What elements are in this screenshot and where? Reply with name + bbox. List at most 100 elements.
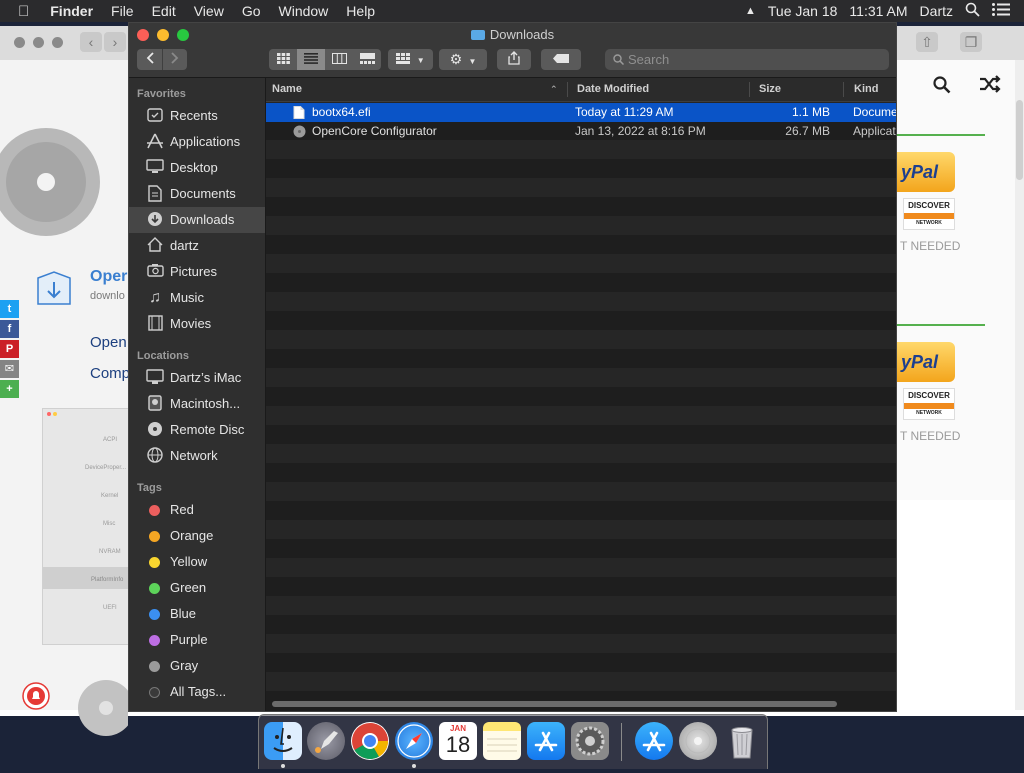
- menu-go[interactable]: Go: [233, 3, 270, 19]
- edit-tags-button[interactable]: [541, 49, 581, 70]
- notification-center-icon[interactable]: [986, 3, 1024, 19]
- browser-zoom-icon[interactable]: [52, 37, 63, 48]
- sidebar-item-desktop[interactable]: Desktop: [129, 155, 265, 181]
- browser-tabs-icon[interactable]: ❐: [960, 32, 982, 52]
- camera-icon: [146, 263, 164, 281]
- sidebar-tag-purple[interactable]: Purple: [129, 627, 265, 653]
- shuffle-icon[interactable]: [979, 74, 1001, 99]
- column-header-size[interactable]: Size: [759, 78, 781, 101]
- sidebar-item-music[interactable]: ♫ Music: [129, 285, 265, 311]
- browser-close-icon[interactable]: [14, 37, 25, 48]
- browser-scrollbar[interactable]: [1015, 60, 1024, 710]
- gallery-view-button[interactable]: [353, 49, 381, 70]
- sidebar-item-recents[interactable]: Recents: [129, 103, 265, 129]
- finder-icon[interactable]: [264, 722, 302, 760]
- sidebar-tag-gray[interactable]: Gray: [129, 653, 265, 679]
- disk-utility-icon[interactable]: [679, 722, 717, 760]
- menu-bar:  Finder File Edit View Go Window Help ▲…: [0, 0, 1024, 22]
- horizontal-scrollbar[interactable]: [272, 701, 837, 707]
- icon-view-button[interactable]: [269, 49, 297, 70]
- eject-icon[interactable]: ▲: [739, 5, 762, 17]
- menu-view[interactable]: View: [185, 3, 233, 19]
- sidebar-tag-green[interactable]: Green: [129, 575, 265, 601]
- sidebar-item-applications[interactable]: Applications: [129, 129, 265, 155]
- discover-logo: DISCOVER NETWORK: [903, 388, 955, 420]
- launchpad-icon[interactable]: [307, 722, 345, 760]
- menu-window[interactable]: Window: [270, 3, 338, 19]
- action-menu-button[interactable]: ⚙ ▼: [439, 49, 487, 70]
- app-store-icon[interactable]: [527, 722, 565, 760]
- sidebar-item-remote-disc[interactable]: Remote Disc: [129, 417, 265, 443]
- config-thumbnail: ACPI DeviceProper... Kernel Misc NVRAM P…: [42, 408, 130, 645]
- forward-button[interactable]: [162, 49, 187, 70]
- twitter-share-icon[interactable]: t: [0, 300, 19, 318]
- not-needed-text: T NEEDED: [900, 239, 961, 253]
- back-button[interactable]: [137, 49, 163, 70]
- sidebar-item-movies[interactable]: Movies: [129, 311, 265, 337]
- sidebar-tag-yellow[interactable]: Yellow: [129, 549, 265, 575]
- sidebar-item-pictures[interactable]: Pictures: [129, 259, 265, 285]
- search-field[interactable]: Search: [605, 49, 889, 70]
- sidebar-item-downloads[interactable]: Downloads: [129, 207, 265, 233]
- sidebar-tag-orange[interactable]: Orange: [129, 523, 265, 549]
- notes-icon[interactable]: [483, 722, 521, 760]
- group-by-button[interactable]: ▼: [388, 49, 433, 70]
- sidebar-tag-blue[interactable]: Blue: [129, 601, 265, 627]
- list-stripe: [266, 368, 896, 387]
- gear-icon: ⚙: [449, 51, 463, 67]
- sidebar-item-network[interactable]: Network: [129, 443, 265, 469]
- trash-icon[interactable]: [723, 722, 761, 760]
- calendar-icon[interactable]: JAN 18: [439, 722, 477, 760]
- chevron-down-icon: ▼: [416, 56, 425, 65]
- list-stripe: [266, 501, 896, 520]
- all-tags-icon: [149, 687, 160, 698]
- column-header-kind[interactable]: Kind: [854, 78, 878, 101]
- notification-bell-icon[interactable]: [22, 682, 50, 710]
- table-row[interactable]: bootx64.efi Today at 11:29 AM 1.1 MB Doc…: [266, 103, 896, 122]
- sort-ascending-icon[interactable]: ⌃: [550, 78, 558, 101]
- sidebar-tag-red[interactable]: Red: [129, 497, 265, 523]
- share-button[interactable]: [497, 49, 531, 70]
- list-stripe: [266, 254, 896, 273]
- tag-red-icon: [149, 505, 160, 516]
- system-preferences-icon[interactable]: [571, 722, 609, 760]
- browser-share-icon[interactable]: ⇧: [916, 32, 938, 52]
- menu-file[interactable]: File: [102, 3, 143, 19]
- facebook-share-icon[interactable]: f: [0, 320, 19, 338]
- list-stripe: [266, 634, 896, 653]
- sidebar-tag-all-tags[interactable]: All Tags...: [129, 679, 265, 705]
- pinterest-share-icon[interactable]: P: [0, 340, 19, 358]
- sidebar-item-macintosh-hd[interactable]: Macintosh...: [129, 391, 265, 417]
- browser-minimize-icon[interactable]: [33, 37, 44, 48]
- apple-menu-icon[interactable]: : [0, 3, 41, 20]
- app-store-downloads-icon[interactable]: [635, 722, 673, 760]
- discover-logo: DISCOVER NETWORK: [903, 198, 955, 230]
- browser-forward-icon[interactable]: ›: [104, 32, 126, 52]
- menu-edit[interactable]: Edit: [143, 3, 185, 19]
- sidebar-item-imac[interactable]: Dartz’s iMac: [129, 365, 265, 391]
- site-link[interactable]: Oper: [90, 268, 127, 286]
- sidebar-item-home[interactable]: dartz: [129, 233, 265, 259]
- safari-icon[interactable]: [395, 722, 433, 760]
- column-view-button[interactable]: [325, 49, 353, 70]
- menubar-user[interactable]: Dartz: [914, 3, 959, 19]
- list-stripe: [266, 539, 896, 558]
- site-search-icon[interactable]: [933, 76, 951, 99]
- menu-help[interactable]: Help: [337, 3, 384, 19]
- column-header-date-modified[interactable]: Date Modified: [577, 78, 649, 101]
- table-row[interactable]: OpenCore Configurator Jan 13, 2022 at 8:…: [266, 122, 896, 141]
- email-share-icon[interactable]: ✉: [0, 360, 19, 378]
- menu-finder[interactable]: Finder: [41, 3, 102, 19]
- clock-icon: [146, 107, 164, 125]
- sidebar-item-documents[interactable]: Documents: [129, 181, 265, 207]
- menubar-date[interactable]: Tue Jan 18: [762, 3, 844, 19]
- column-header-name[interactable]: Name: [272, 78, 302, 101]
- chrome-icon[interactable]: [351, 722, 389, 760]
- browser-back-icon[interactable]: ‹: [80, 32, 102, 52]
- list-view-button[interactable]: [297, 49, 325, 70]
- tags-header: Tags: [137, 482, 162, 494]
- list-background: [266, 102, 896, 710]
- more-share-icon[interactable]: +: [0, 380, 19, 398]
- menubar-time[interactable]: 11:31 AM: [843, 3, 913, 19]
- spotlight-icon[interactable]: [959, 2, 986, 20]
